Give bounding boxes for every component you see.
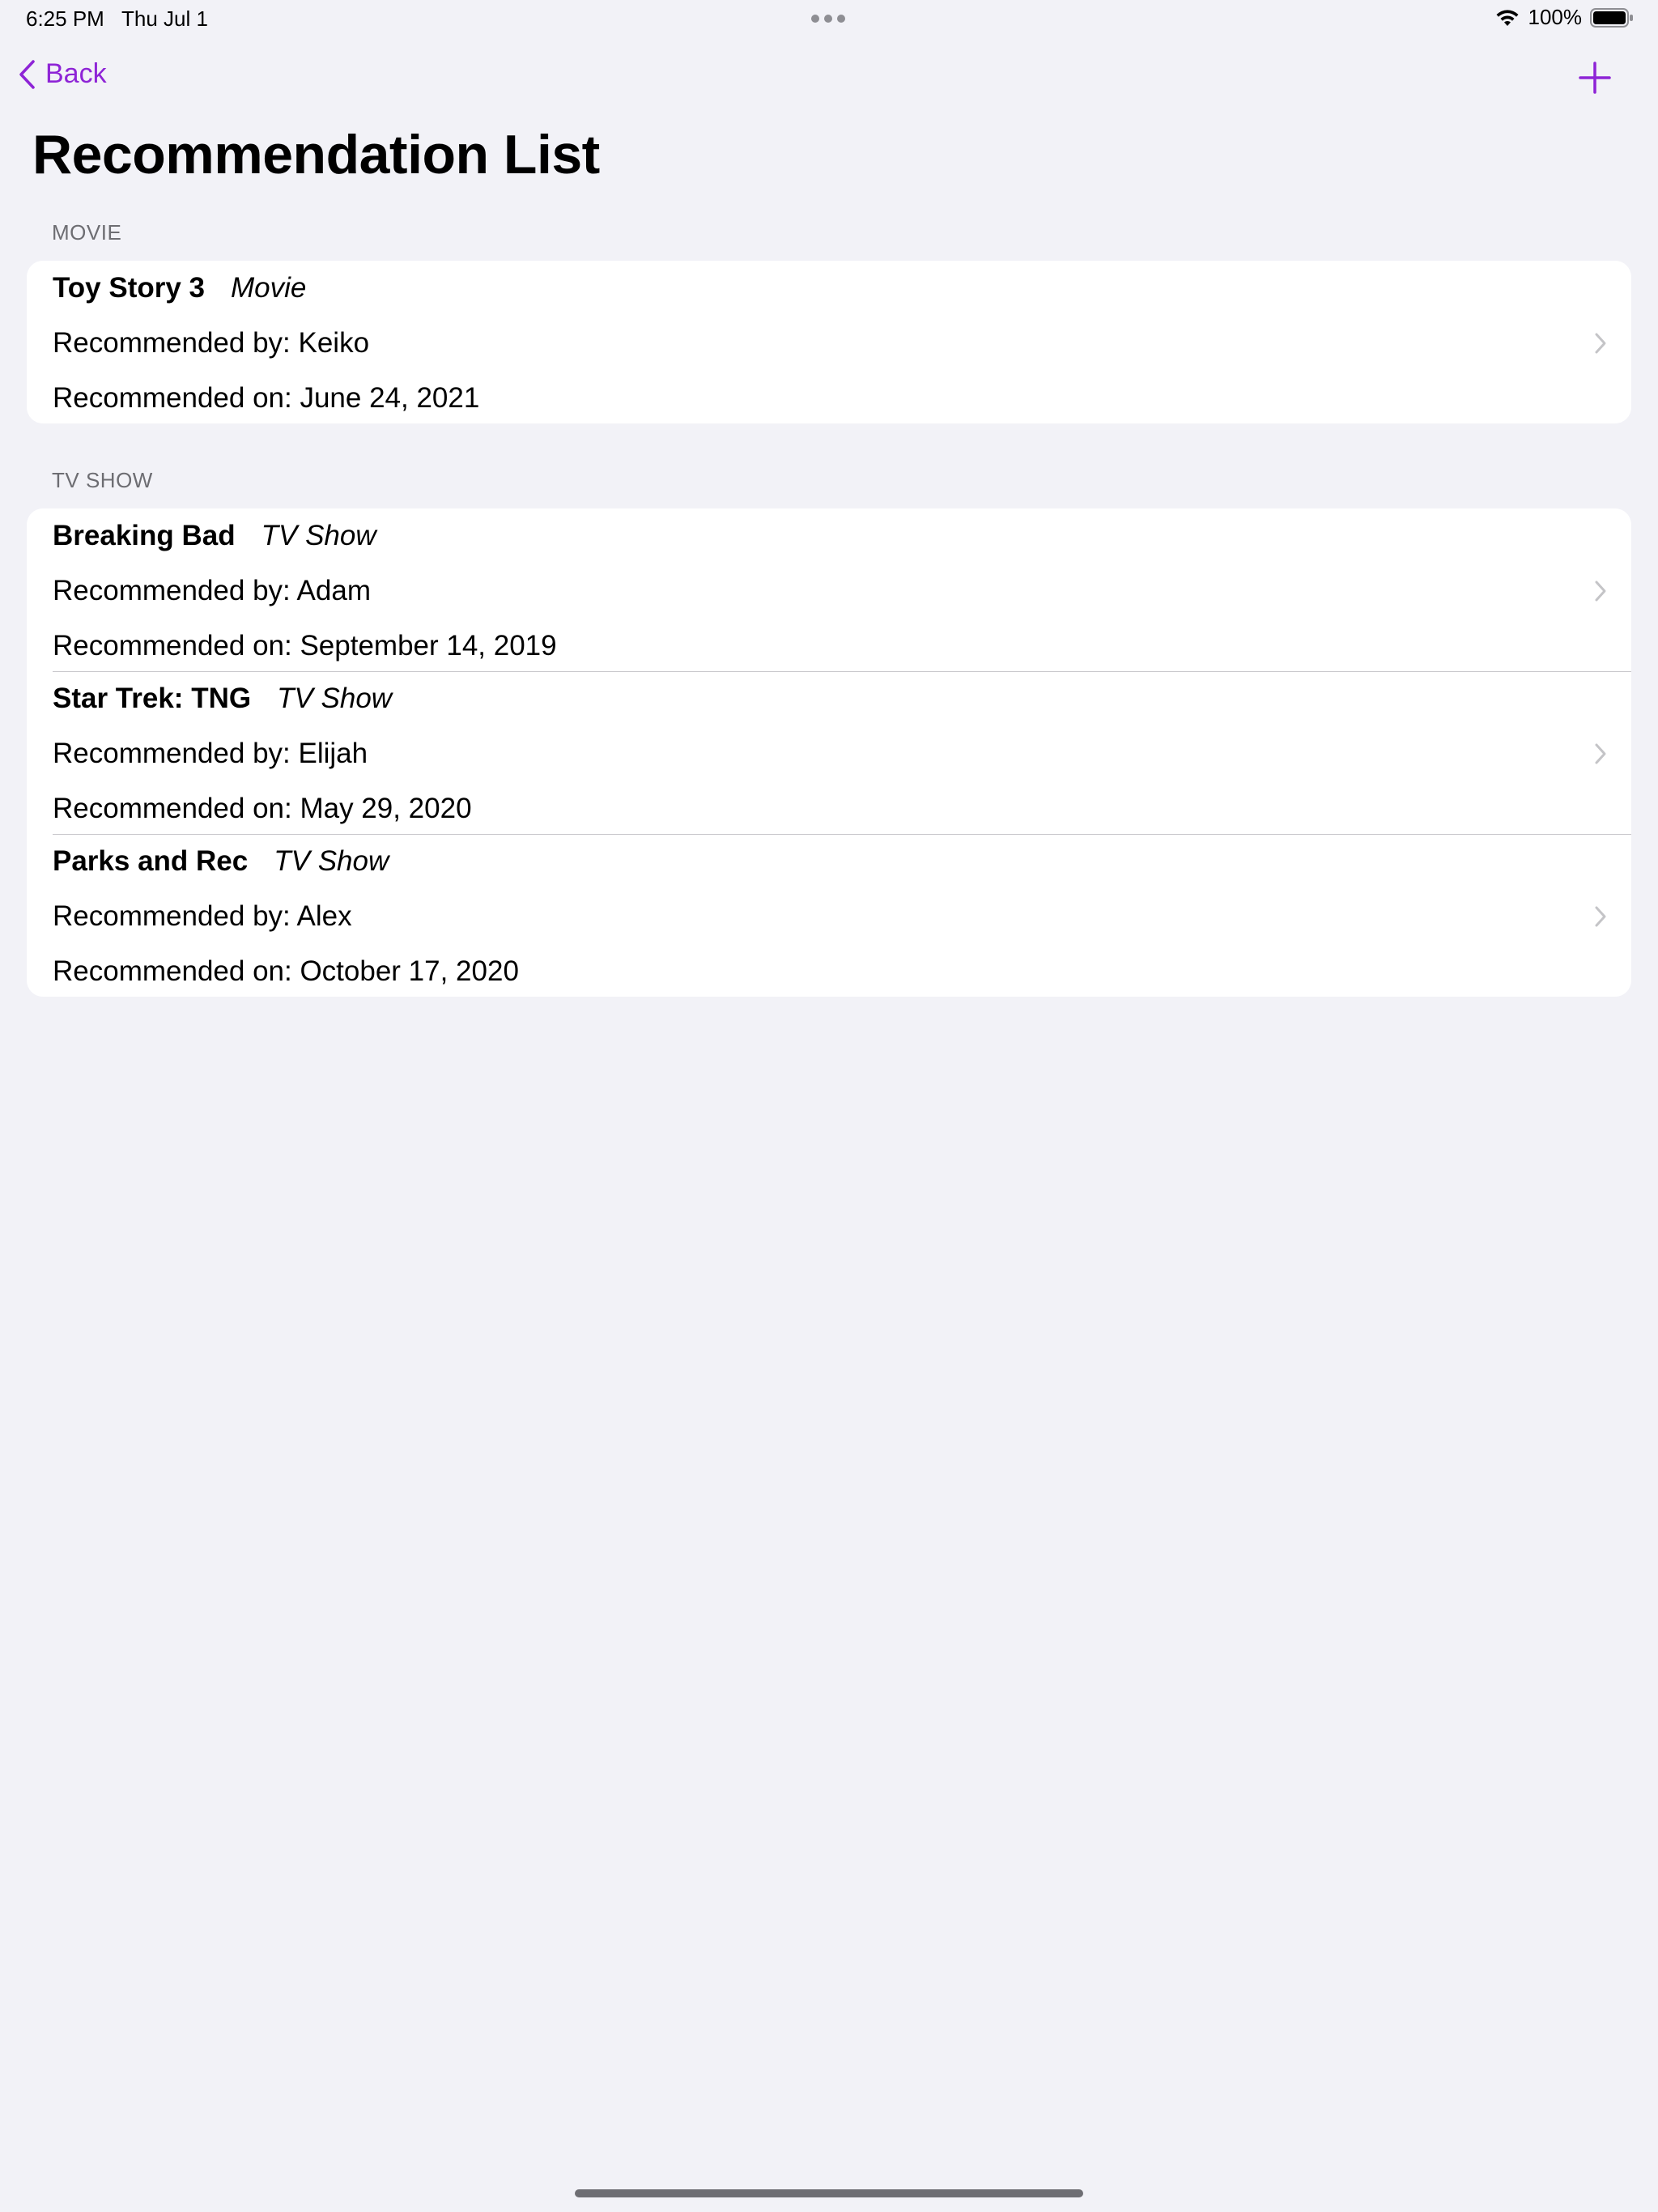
section-header-movie: MOVIE [52,220,122,245]
list-item[interactable]: Toy Story 3 Movie Recommended by: Keiko … [27,261,1631,423]
section-header-tv-show: TV SHOW [52,468,153,492]
item-title: Parks and Rec [53,845,249,877]
item-recommended-by: Recommended by: Adam [53,575,371,606]
item-recommended-on: Recommended on: September 14, 2019 [53,630,557,661]
wifi-icon [1496,9,1518,26]
battery-icon [1590,7,1633,28]
item-title: Breaking Bad [53,520,236,551]
tv-show-list: Breaking Bad TV Show Recommended by: Ada… [27,508,1631,997]
list-item[interactable]: Star Trek: TNG TV Show Recommended by: E… [27,671,1631,834]
item-type: Movie [231,272,307,304]
status-bar: 6:25 PM Thu Jul 1 100% [0,0,1658,39]
chevron-right-icon [1594,332,1607,355]
item-type: TV Show [274,845,389,877]
page-title: Recommendation List [32,124,600,185]
item-recommended-by: Recommended by: Keiko [53,327,370,359]
status-indicators: 100% [1494,5,1635,30]
item-recommended-on: Recommended on: May 29, 2020 [53,793,472,824]
status-time: 6:25 PM [26,6,104,31]
chevron-right-icon [1594,905,1607,928]
chevron-right-icon [1594,742,1607,765]
item-recommended-on: Recommended on: June 24, 2021 [53,382,480,414]
list-item[interactable]: Breaking Bad TV Show Recommended by: Ada… [27,508,1631,671]
multitasking-dots-icon[interactable] [811,15,845,23]
back-button-label: Back [45,58,107,89]
list-item[interactable]: Parks and Rec TV Show Recommended by: Al… [27,834,1631,997]
home-indicator[interactable] [575,2189,1083,2197]
item-title: Star Trek: TNG [53,683,252,714]
status-date: Thu Jul 1 [121,6,208,31]
movie-list: Toy Story 3 Movie Recommended by: Keiko … [27,261,1631,423]
item-type: TV Show [277,683,393,714]
item-title: Toy Story 3 [53,272,206,304]
item-recommended-by: Recommended by: Elijah [53,738,368,769]
plus-icon [1579,62,1611,94]
chevron-left-icon [19,59,35,89]
item-recommended-on: Recommended on: October 17, 2020 [53,955,519,987]
back-button[interactable]: Back [18,58,107,90]
add-recommendation-button[interactable] [1579,62,1611,94]
item-type: TV Show [261,520,376,551]
chevron-right-icon [1594,580,1607,602]
item-recommended-by: Recommended by: Alex [53,900,352,932]
battery-percentage: 100% [1528,5,1583,29]
